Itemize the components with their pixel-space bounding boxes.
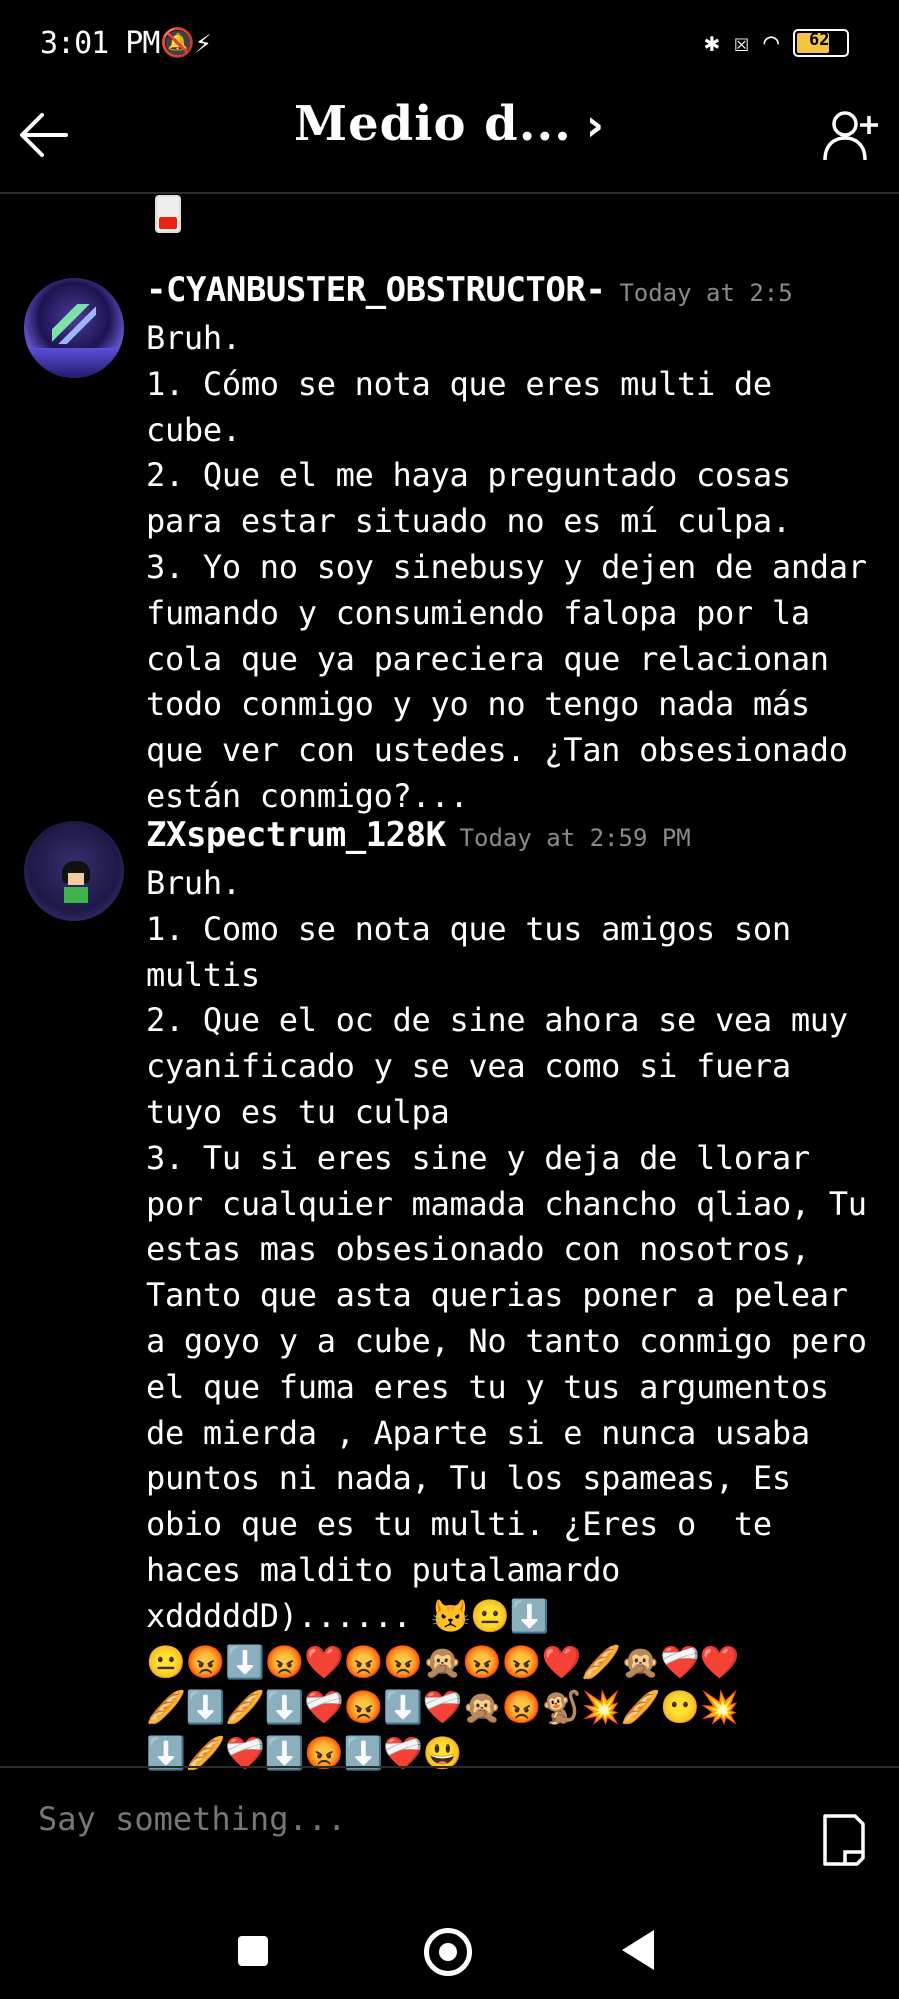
status-right: ✱ ☒ ◠ 62 (704, 28, 849, 58)
username[interactable]: ZXspectrum_128K (146, 815, 446, 855)
divider (0, 1766, 899, 1768)
status-bar: 3:01 PM 🔕⚡ ✱ ☒ ◠ 62 (0, 0, 899, 88)
chat-title-text: Medio d... (293, 96, 572, 152)
input-placeholder: Say something... (38, 1800, 347, 1838)
chat-title[interactable]: Medio d... › (0, 96, 899, 152)
message-header: ZXspectrum_128K Today at 2:59 PM (146, 815, 691, 855)
message-input[interactable]: Say something... (38, 1800, 346, 1838)
message-text: Bruh. 1. Como se nota que tus amigos son… (146, 864, 867, 1773)
back-button[interactable] (622, 1930, 654, 1970)
bell-off-icon: 🔕 (160, 26, 195, 59)
add-user-icon[interactable] (821, 100, 881, 170)
message-header: -CYANBUSTER_OBSTRUCTOR- Today at 2:5 (146, 270, 793, 310)
status-time: 3:01 PM (40, 26, 160, 61)
sticker-icon[interactable] (819, 1812, 869, 1868)
bolt-icon: ⚡ (194, 26, 212, 59)
battery-emoji-icon (155, 195, 181, 233)
wifi-icon: ◠ (763, 28, 779, 58)
system-nav-bar (0, 1900, 899, 1999)
chat-header: Medio d... › (0, 88, 899, 194)
notification-icons: 🔕⚡ (160, 26, 212, 59)
avatar[interactable] (24, 821, 124, 921)
message-text: Bruh. 1. Cómo se nota que eres multi de … (146, 319, 867, 815)
battery-icon: 62 (793, 29, 849, 57)
sim-off-icon: ☒ (733, 28, 750, 58)
battery-level: 62 (809, 30, 830, 50)
chevron-right-icon: › (585, 100, 606, 151)
bluetooth-icon: ✱ (704, 28, 720, 58)
recent-apps-button[interactable] (238, 1936, 268, 1966)
timestamp: Today at 2:5 (619, 279, 793, 307)
username[interactable]: -CYANBUSTER_OBSTRUCTOR- (146, 270, 606, 310)
avatar[interactable] (24, 278, 124, 378)
home-button[interactable] (424, 1928, 472, 1976)
timestamp: Today at 2:59 PM (459, 824, 691, 852)
